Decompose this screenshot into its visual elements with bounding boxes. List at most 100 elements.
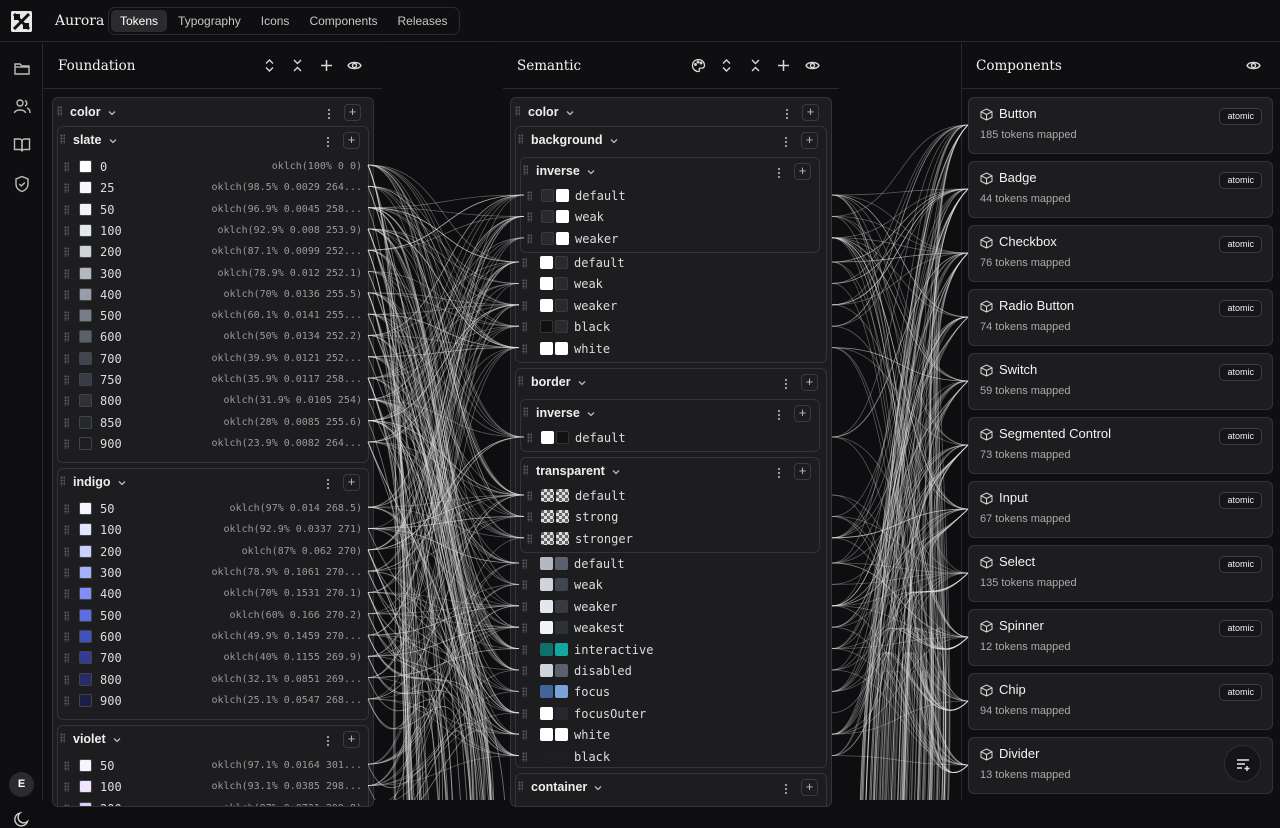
more-icon[interactable] xyxy=(784,783,788,795)
chevron-down-icon[interactable] xyxy=(117,478,127,488)
drag-handle[interactable] xyxy=(522,322,527,333)
token-row[interactable]: 500 oklch(60.1% 0.0141 255... xyxy=(58,306,368,327)
token-row[interactable]: 300 oklch(78.9% 0.1061 270... xyxy=(58,563,368,584)
drag-handle[interactable] xyxy=(522,666,527,676)
component-card[interactable]: Badge 44 tokens mapped atomic xyxy=(968,161,1273,218)
drag-handle[interactable] xyxy=(64,162,69,172)
drag-handle[interactable] xyxy=(64,375,69,385)
token-row[interactable]: weaker xyxy=(516,597,816,618)
eye-icon[interactable] xyxy=(805,58,820,73)
token-row[interactable]: strong xyxy=(521,507,821,528)
more-icon[interactable] xyxy=(326,136,330,148)
users-icon[interactable] xyxy=(13,97,31,115)
drag-handle[interactable] xyxy=(64,268,69,279)
add-token-button[interactable]: + xyxy=(343,132,360,149)
component-card[interactable]: Segmented Control 73 tokens mapped atomic xyxy=(968,417,1273,474)
more-icon[interactable] xyxy=(326,735,330,748)
chevron-down-icon[interactable] xyxy=(108,136,118,146)
drag-handle[interactable] xyxy=(518,134,523,144)
token-row[interactable]: 0 oklch(100% 0 0) xyxy=(58,157,368,178)
drag-handle[interactable] xyxy=(522,300,527,311)
more-icon[interactable] xyxy=(327,108,331,120)
moon-icon[interactable] xyxy=(13,810,31,828)
add-token-button[interactable]: + xyxy=(343,474,360,492)
drag-handle[interactable] xyxy=(64,417,69,428)
drag-handle[interactable] xyxy=(522,279,527,290)
token-row[interactable]: disabled xyxy=(516,661,816,682)
drag-handle[interactable] xyxy=(527,212,532,223)
drag-handle[interactable] xyxy=(64,589,69,600)
token-row[interactable]: stronger xyxy=(521,529,821,550)
token-row[interactable]: 700 oklch(40% 0.1155 269.9) xyxy=(58,648,368,669)
component-card[interactable]: Input 67 tokens mapped atomic xyxy=(968,481,1273,538)
tab-typography[interactable]: Typography xyxy=(169,10,250,32)
token-row[interactable]: 100 oklch(92.9% 0.0337 271) xyxy=(58,520,368,541)
chevron-down-icon[interactable] xyxy=(577,378,587,388)
add-token-button[interactable]: + xyxy=(801,779,818,796)
token-row[interactable]: 900 oklch(25.1% 0.0547 268... xyxy=(58,691,368,712)
add-token-button[interactable]: + xyxy=(344,104,361,121)
more-icon[interactable] xyxy=(777,409,781,421)
drag-handle[interactable] xyxy=(523,465,528,475)
token-row[interactable]: 200 oklch(87.1% 0.0099 252... xyxy=(58,242,368,263)
drag-handle[interactable] xyxy=(64,438,69,449)
drag-handle[interactable] xyxy=(522,343,527,354)
token-row[interactable]: 600 oklch(49.9% 0.1459 270... xyxy=(58,627,368,648)
token-row[interactable]: 800 oklch(31.9% 0.0105 254) xyxy=(58,391,368,412)
drag-handle[interactable] xyxy=(518,376,523,386)
drag-handle[interactable] xyxy=(64,332,69,343)
drag-handle[interactable] xyxy=(522,601,527,612)
drag-handle[interactable] xyxy=(60,134,65,144)
drag-handle[interactable] xyxy=(523,407,528,417)
more-icon[interactable] xyxy=(326,478,330,491)
drag-handle[interactable] xyxy=(64,674,69,685)
app-logo[interactable] xyxy=(11,11,32,32)
token-row[interactable]: focusOuter xyxy=(516,704,816,725)
drag-handle[interactable] xyxy=(60,476,65,487)
token-row[interactable]: 850 oklch(28% 0.0085 255.6) xyxy=(58,413,368,434)
drag-handle[interactable] xyxy=(57,106,62,116)
token-row[interactable]: 750 oklch(35.9% 0.0117 258... xyxy=(58,370,368,391)
drag-handle[interactable] xyxy=(527,533,532,544)
add-token-button[interactable]: + xyxy=(794,163,811,180)
token-row[interactable]: white xyxy=(516,725,816,746)
token-row[interactable]: 50 oklch(97.1% 0.0164 301... xyxy=(58,756,368,777)
token-row[interactable]: 100 oklch(93.1% 0.0385 298... xyxy=(58,777,368,798)
expand-all-icon[interactable] xyxy=(719,58,734,73)
tab-components[interactable]: Components xyxy=(300,10,386,32)
add-token-button[interactable]: + xyxy=(802,104,819,121)
drag-handle[interactable] xyxy=(527,512,532,523)
drag-handle[interactable] xyxy=(522,559,527,569)
more-icon[interactable] xyxy=(784,136,788,148)
drag-handle[interactable] xyxy=(64,546,69,557)
chevron-down-icon[interactable] xyxy=(112,735,122,745)
drag-handle[interactable] xyxy=(64,525,69,536)
drag-handle[interactable] xyxy=(522,730,527,741)
drag-handle[interactable] xyxy=(64,803,69,806)
drag-handle[interactable] xyxy=(64,204,69,215)
tab-icons[interactable]: Icons xyxy=(252,10,299,32)
drag-handle[interactable] xyxy=(64,782,69,793)
token-row[interactable]: 500 oklch(60% 0.166 270.2) xyxy=(58,606,368,627)
drag-handle[interactable] xyxy=(522,623,527,634)
component-card[interactable]: Chip 94 tokens mapped atomic xyxy=(968,673,1273,730)
token-row[interactable]: weaker xyxy=(521,229,821,250)
token-row[interactable]: black xyxy=(516,747,816,768)
chevron-down-icon[interactable] xyxy=(611,467,621,477)
tab-tokens[interactable]: Tokens xyxy=(111,10,168,32)
eye-icon[interactable] xyxy=(347,58,362,73)
drag-handle[interactable] xyxy=(64,396,69,407)
component-card[interactable]: Button 185 tokens mapped atomic xyxy=(968,97,1273,154)
drag-handle[interactable] xyxy=(64,695,69,706)
chevron-down-icon[interactable] xyxy=(107,108,117,118)
token-row[interactable]: 600 oklch(50% 0.0134 252.2) xyxy=(58,327,368,348)
chevron-down-icon[interactable] xyxy=(586,167,596,177)
token-row[interactable]: default xyxy=(521,428,821,449)
token-row[interactable]: 200 oklch(87% 0.0731 299.8) xyxy=(58,799,368,806)
token-row[interactable]: weak xyxy=(516,274,816,295)
token-row[interactable]: default xyxy=(521,486,821,507)
drag-handle[interactable] xyxy=(64,353,69,364)
token-row[interactable]: weak xyxy=(516,575,816,596)
drag-handle[interactable] xyxy=(527,191,532,201)
drag-handle[interactable] xyxy=(522,687,527,698)
